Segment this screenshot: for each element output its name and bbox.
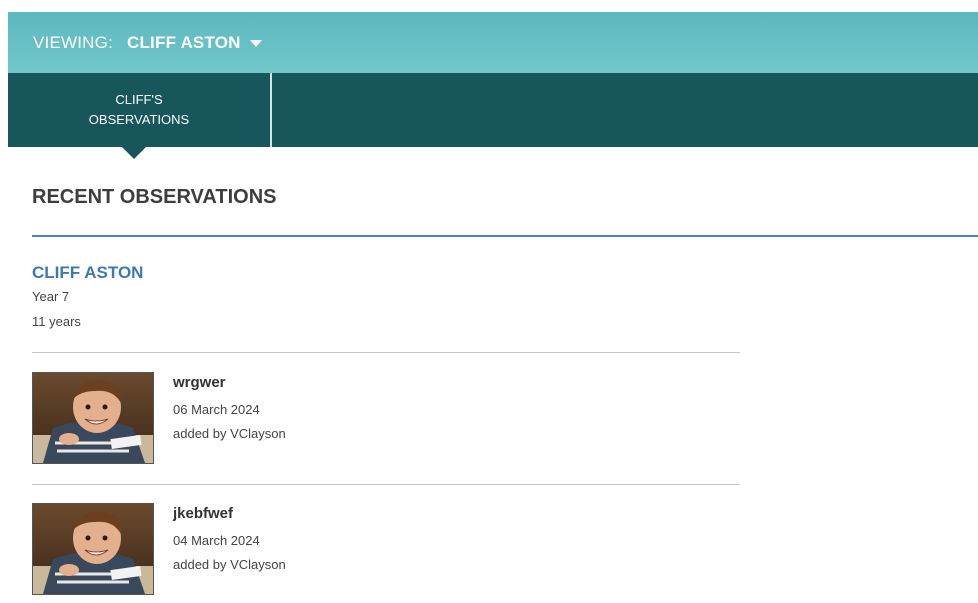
observation-thumbnail[interactable] bbox=[32, 503, 154, 595]
page-title: RECENT OBSERVATIONS bbox=[32, 186, 277, 208]
observation-item: jkebfwef 04 March 2024 added by VClayson bbox=[32, 503, 740, 603]
observation-title[interactable]: wrgwer bbox=[173, 374, 226, 391]
viewing-bar: VIEWING: CLIFF ASTON bbox=[8, 12, 978, 73]
chevron-down-icon[interactable] bbox=[249, 40, 262, 47]
child-photo-icon bbox=[33, 373, 153, 463]
observation-title[interactable]: jkebfwef bbox=[173, 505, 233, 522]
row-divider bbox=[32, 352, 740, 353]
child-photo-icon bbox=[33, 504, 153, 594]
nav-bar: CLIFF'S OBSERVATIONS bbox=[8, 73, 978, 147]
viewing-label: VIEWING: bbox=[33, 32, 113, 52]
tab-label-line2: OBSERVATIONS bbox=[88, 112, 190, 127]
observation-item: wrgwer 06 March 2024 added by VClayson bbox=[32, 372, 740, 472]
section-divider bbox=[32, 235, 978, 237]
student-age: 11 years bbox=[32, 314, 81, 329]
observation-thumbnail[interactable] bbox=[32, 372, 154, 464]
student-year: Year 7 bbox=[32, 289, 70, 304]
tab-observations[interactable]: CLIFF'S OBSERVATIONS bbox=[8, 73, 272, 147]
active-tab-pointer bbox=[122, 147, 146, 159]
observation-date: 06 March 2024 bbox=[173, 402, 260, 417]
viewing-student-selector[interactable]: CLIFF ASTON bbox=[127, 33, 241, 53]
student-name-link[interactable]: CLIFF ASTON bbox=[32, 263, 143, 283]
row-divider bbox=[32, 484, 740, 485]
observation-author: added by VClayson bbox=[173, 557, 286, 572]
observation-author: added by VClayson bbox=[173, 426, 286, 441]
observation-date: 04 March 2024 bbox=[173, 533, 260, 548]
tab-label-line1: CLIFF'S bbox=[115, 92, 163, 107]
